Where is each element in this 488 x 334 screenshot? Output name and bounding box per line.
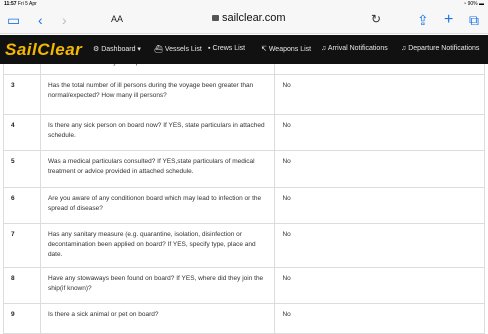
nav-departure-notifications[interactable]: ♫ Departure Notifications [401, 45, 479, 52]
sidebar-icon[interactable]: ▭ [7, 12, 20, 28]
sailclear-logo[interactable]: SailClear [5, 40, 82, 60]
back-icon[interactable]: ‹ [38, 12, 43, 28]
address-bar[interactable]: sailclear.com [212, 12, 286, 24]
text-size-button[interactable]: AA [111, 14, 123, 24]
health-declaration-content: case of disease which you suspect to be … [0, 64, 488, 334]
new-tab-icon[interactable]: + [444, 12, 453, 28]
answer-text: No [274, 150, 485, 188]
answer-text: No [274, 114, 485, 151]
browser-toolbar: ▭ ‹ › AA sailclear.com ↻ ⇪ + ⧉ [0, 7, 488, 34]
dashboard-icon: ⚙ [93, 46, 100, 53]
row-number: 9 [3, 303, 41, 334]
question-text: case of disease which you suspect to be … [39, 64, 276, 75]
answer-text: No [274, 267, 485, 304]
answer-text: No [274, 74, 485, 115]
table-row: 4 Is there any sick person on board now?… [3, 114, 485, 151]
row-number: 6 [3, 187, 41, 224]
table-row: 9 Is there a sick animal or pet on board… [3, 303, 485, 334]
row-number: 3 [3, 74, 41, 115]
table-row: 8 Have any stowaways been found on board… [3, 267, 485, 304]
answer-text: No [274, 303, 485, 334]
table-row: 3 Has the total number of ill persons du… [3, 74, 485, 115]
answer-text [274, 64, 485, 75]
crew-icon: ▪ [208, 45, 211, 52]
app-navbar: SailClear ⚙ Dashboard ▾ ⛴ Vessels List ▪… [0, 35, 488, 64]
nav-crews-list[interactable]: ▪ Crews List [208, 45, 245, 52]
health-questions-table: case of disease which you suspect to be … [3, 64, 485, 334]
forward-icon[interactable]: › [62, 12, 67, 28]
answer-text: No [274, 187, 485, 224]
tabs-icon[interactable]: ⧉ [469, 12, 479, 28]
table-row: 6 Are you aware of any conditionon board… [3, 187, 485, 224]
question-text: Is there a sick animal or pet on board? [39, 303, 276, 334]
status-battery: ◔ 90% ▬ [463, 0, 484, 7]
ship-icon: ⛴ [154, 46, 163, 53]
wifi-icon: ◔ [463, 0, 467, 7]
question-text: Are you aware of any conditionon board w… [39, 187, 276, 224]
row-number: 8 [3, 267, 41, 304]
battery-icon: ▬ [479, 0, 484, 7]
question-text: Has the total number of ill persons duri… [39, 74, 276, 115]
share-icon[interactable]: ⇪ [417, 12, 429, 28]
question-text: Has any sanitary measure (e.g. quarantin… [39, 223, 276, 268]
row-number: 4 [3, 114, 41, 151]
weapon-icon: ↸ [261, 46, 267, 53]
lock-icon [212, 15, 219, 21]
table-row: 5 Was a medical particulars consulted? I… [3, 150, 485, 188]
bell-icon: ♫ [321, 45, 327, 52]
nav-arrival-notifications[interactable]: ♫ Arrival Notifications [321, 45, 388, 52]
table-row: 7 Has any sanitary measure (e.g. quarant… [3, 223, 485, 268]
question-text: Is there any sick person on board now? I… [39, 114, 276, 151]
row-number: 7 [3, 223, 41, 268]
status-bar: 11:57 Fri 5 Apr ◔ 90% ▬ [0, 0, 488, 7]
table-row: case of disease which you suspect to be … [3, 64, 485, 75]
row-number: 5 [3, 150, 41, 188]
row-number [3, 64, 41, 75]
question-text: Was a medical particulars consulted? If … [39, 150, 276, 188]
status-time: 11:57 Fri 5 Apr [4, 0, 37, 7]
bell-icon: ♫ [401, 45, 407, 52]
reload-icon[interactable]: ↻ [371, 12, 381, 26]
nav-weapons-list[interactable]: ↸ Weapons List [261, 45, 311, 53]
nav-vessels-list[interactable]: ⛴ Vessels List [154, 45, 202, 53]
question-text: Have any stowaways been found on board? … [39, 267, 276, 304]
nav-dashboard[interactable]: ⚙ Dashboard ▾ [93, 45, 141, 53]
answer-text: No [274, 223, 485, 268]
